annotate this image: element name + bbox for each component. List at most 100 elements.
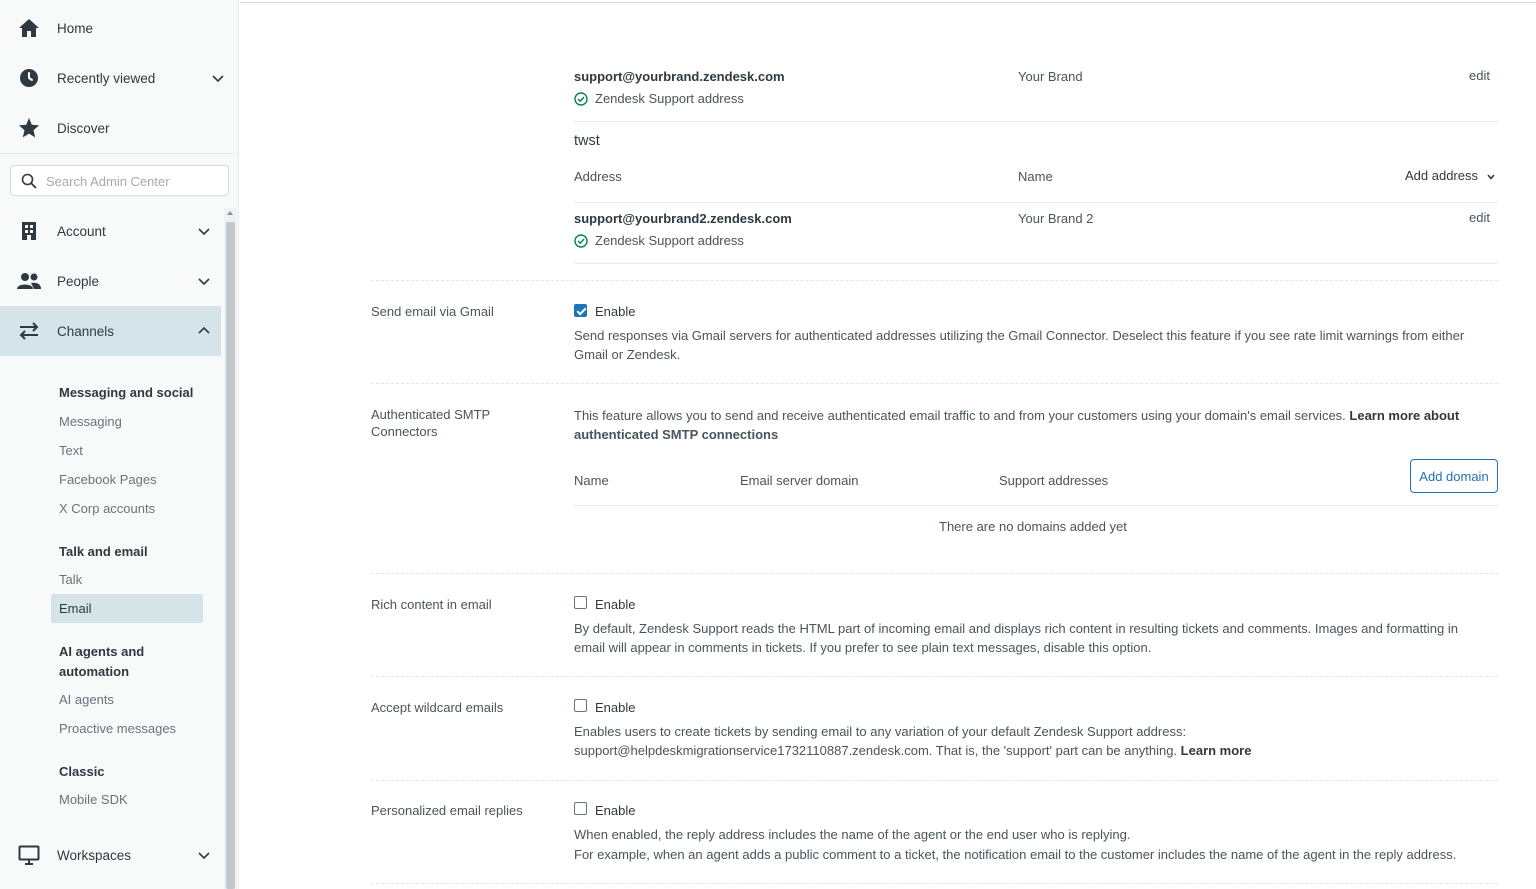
chevron-down-icon[interactable]: [211, 71, 225, 85]
gmail-description-line1: Send responses via Gmail servers for aut…: [574, 328, 1465, 343]
wildcard-learn-more-link[interactable]: Learn more: [1181, 743, 1252, 758]
column-header-address: Address: [574, 169, 622, 184]
chevron-down-icon[interactable]: [197, 274, 211, 288]
nav-people-label: People: [57, 273, 100, 289]
personalized-description-line2: For example, when an agent adds a public…: [574, 847, 1457, 862]
smtp-description: This feature allows you to send and rece…: [574, 406, 1459, 426]
nav-account[interactable]: Account: [0, 206, 221, 256]
check-circle-icon: [574, 234, 588, 248]
scroll-up-arrow-icon[interactable]: [227, 211, 233, 215]
add-address-button[interactable]: Add address: [1405, 168, 1478, 183]
sidebar-item-talk[interactable]: Talk: [59, 572, 82, 587]
smtp-learn-more-link-line2[interactable]: authenticated SMTP connections: [574, 425, 778, 445]
nav-recently-viewed-label: Recently viewed: [57, 70, 156, 86]
sidebar-divider: [0, 153, 239, 154]
gmail-enable-checkbox[interactable]: [574, 304, 587, 317]
address-subtitle: Zendesk Support address: [595, 233, 744, 248]
sidebar: Home Recently viewed Discover Search Adm…: [0, 0, 239, 889]
edit-address-link[interactable]: edit: [1469, 210, 1490, 225]
setting-label-gmail: Send email via Gmail: [371, 304, 494, 319]
nav-discover-label: Discover: [57, 120, 110, 136]
wildcard-description-line2: support@helpdeskmigrationservice17321108…: [574, 741, 1251, 761]
setting-label-wildcard: Accept wildcard emails: [371, 700, 504, 715]
setting-label-rich-content: Rich content in email: [371, 597, 492, 612]
address-brand-name: Your Brand 2: [1018, 211, 1094, 226]
brand-heading: twst: [574, 133, 600, 149]
sidebar-item-ai-agents[interactable]: AI agents: [59, 692, 114, 707]
rich-content-description-line1: By default, Zendesk Support reads the HT…: [574, 621, 1458, 636]
address-email: support@yourbrand2.zendesk.com: [574, 211, 792, 226]
sidebar-item-text[interactable]: Text: [59, 443, 83, 458]
rich-content-enable-checkbox[interactable]: [574, 596, 587, 609]
add-domain-button[interactable]: Add domain: [1410, 459, 1498, 493]
nav-account-label: Account: [57, 223, 106, 239]
sidebar-item-proactive-messages[interactable]: Proactive messages: [59, 721, 176, 736]
smtp-learn-more-link[interactable]: Learn more about: [1349, 408, 1459, 423]
top-border: [240, 2, 1536, 3]
chevron-up-icon[interactable]: [197, 324, 211, 338]
sidebar-item-messaging[interactable]: Messaging: [59, 414, 122, 429]
smtp-description-text: This feature allows you to send and rece…: [574, 408, 1346, 423]
smtp-empty-state: There are no domains added yet: [939, 519, 1127, 534]
section-divider: [371, 780, 1498, 781]
nav-people[interactable]: People: [0, 256, 221, 306]
sidebar-item-email[interactable]: Email: [51, 594, 203, 623]
nav-home-label: Home: [57, 20, 94, 36]
chevron-down-icon[interactable]: [1486, 172, 1496, 182]
nav-recently-viewed[interactable]: Recently viewed: [0, 53, 239, 103]
section-divider: [371, 280, 1498, 281]
address-subtitle: Zendesk Support address: [595, 91, 744, 106]
section-divider: [371, 883, 1498, 884]
setting-label-smtp: Authenticated SMTP: [371, 407, 491, 422]
row-divider: [574, 263, 1498, 264]
nav-home[interactable]: Home: [0, 3, 239, 53]
edit-address-link[interactable]: edit: [1469, 68, 1490, 83]
address-brand-name: Your Brand: [1018, 69, 1083, 84]
rich-content-enable-label[interactable]: Enable: [595, 597, 635, 612]
row-divider: [574, 202, 1498, 203]
setting-label-personalized: Personalized email replies: [371, 803, 523, 818]
group-heading-messaging: Messaging and social: [59, 385, 194, 400]
wildcard-enable-checkbox[interactable]: [574, 699, 587, 712]
group-heading-classic: Classic: [59, 764, 105, 779]
search-icon: [21, 173, 37, 189]
wildcard-description-text: support@helpdeskmigrationservice17321108…: [574, 743, 1178, 758]
clock-icon: [17, 66, 41, 90]
gmail-enable-label[interactable]: Enable: [595, 304, 635, 319]
sidebar-item-facebook-pages[interactable]: Facebook Pages: [59, 472, 157, 487]
nav-discover[interactable]: Discover: [0, 103, 239, 153]
sidebar-item-x-corp-accounts[interactable]: X Corp accounts: [59, 501, 155, 516]
group-heading-ai-agents: AI agents and automation: [59, 644, 145, 679]
personalized-enable-label[interactable]: Enable: [595, 803, 635, 818]
building-icon: [17, 219, 41, 243]
setting-label-smtp-line2: Connectors: [371, 424, 438, 439]
column-header-support-addresses: Support addresses: [999, 473, 1109, 488]
search-admin-center-input[interactable]: Search Admin Center: [10, 165, 229, 196]
nav-workspaces[interactable]: Workspaces: [0, 830, 221, 880]
column-header-email-server-domain: Email server domain: [740, 473, 859, 488]
sidebar-scrollbar[interactable]: [224, 208, 237, 889]
people-icon: [17, 269, 41, 293]
scrollbar-thumb[interactable]: [226, 222, 235, 889]
row-divider: [574, 121, 1498, 122]
gmail-description-line2: Gmail or Zendesk.: [574, 347, 681, 362]
star-icon: [17, 116, 41, 140]
nav-channels-label: Channels: [57, 323, 115, 339]
search-placeholder: Search Admin Center: [46, 174, 170, 189]
home-icon: [17, 16, 41, 40]
rich-content-description-line2: email will appear in comments in tickets…: [574, 640, 1152, 655]
column-header-name: Name: [1018, 169, 1053, 184]
column-header-name: Name: [574, 473, 609, 488]
wildcard-enable-label[interactable]: Enable: [595, 700, 635, 715]
personalized-enable-checkbox[interactable]: [574, 802, 587, 815]
nav-channels[interactable]: Channels: [0, 306, 221, 356]
chevron-down-icon[interactable]: [197, 848, 211, 862]
section-divider: [371, 383, 1498, 384]
personalized-description-line1: When enabled, the reply address includes…: [574, 827, 1131, 842]
row-divider: [574, 505, 1498, 506]
chevron-down-icon[interactable]: [197, 224, 211, 238]
wildcard-description-line1: Enables users to create tickets by sendi…: [574, 724, 1187, 739]
nav-workspaces-label: Workspaces: [57, 847, 132, 863]
sidebar-item-mobile-sdk[interactable]: Mobile SDK: [59, 792, 128, 807]
section-divider: [371, 573, 1498, 574]
